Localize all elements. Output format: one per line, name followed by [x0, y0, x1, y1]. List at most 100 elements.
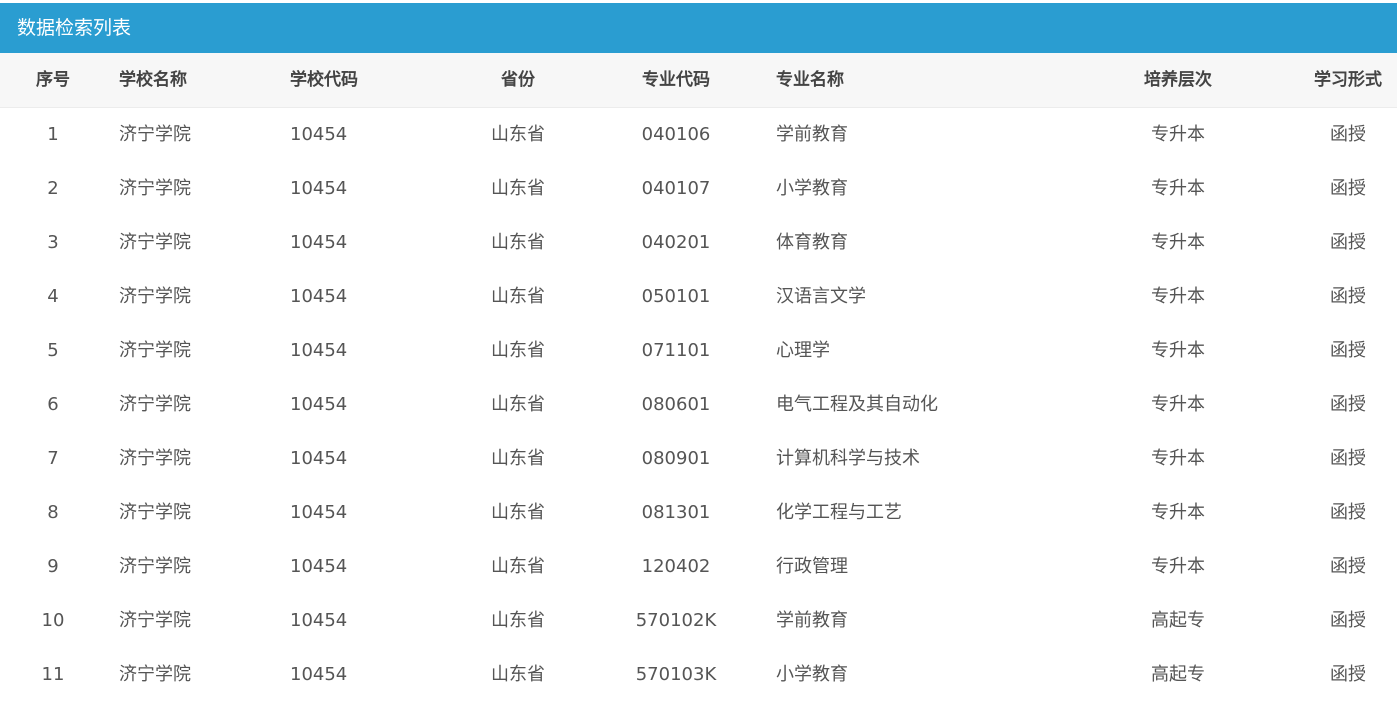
cell-study-form: 函授 [1330, 610, 1366, 631]
cell-level: 专升本 [1151, 178, 1205, 199]
cell-index: 11 [41, 664, 65, 685]
cell-major-code: 050101 [641, 286, 711, 307]
cell-index: 1 [47, 124, 59, 145]
cell-province: 山东省 [491, 286, 545, 307]
cell-major-name: 汉语言文学 [776, 286, 866, 307]
cell-school-code: 10454 [290, 448, 348, 469]
table-row[interactable]: 1 济宁学院 10454 山东省 040106 学前教育 专升本 函授 [0, 108, 1397, 162]
cell-study-form: 函授 [1330, 124, 1366, 145]
cell-school-name: 济宁学院 [119, 286, 191, 307]
cell-school-name: 济宁学院 [119, 178, 191, 199]
cell-index: 3 [47, 232, 59, 253]
cell-major-code: 081301 [641, 502, 711, 523]
cell-level: 专升本 [1151, 556, 1205, 577]
cell-major-code: 570103K [635, 664, 717, 685]
cell-school-name: 济宁学院 [119, 394, 191, 415]
cell-province: 山东省 [491, 394, 545, 415]
cell-level: 高起专 [1151, 664, 1205, 685]
header-major-name[interactable]: 专业名称 [776, 53, 1096, 107]
cell-province: 山东省 [491, 664, 545, 685]
cell-index: 5 [47, 340, 59, 361]
table-row[interactable]: 4 济宁学院 10454 山东省 050101 汉语言文学 专升本 函授 [0, 270, 1397, 324]
cell-school-code: 10454 [290, 124, 348, 145]
cell-major-code: 080601 [641, 394, 711, 415]
header-level[interactable]: 培养层次 [1118, 53, 1238, 107]
cell-level: 专升本 [1151, 286, 1205, 307]
cell-province: 山东省 [491, 340, 545, 361]
header-school-code[interactable]: 学校代码 [290, 53, 440, 107]
table-header-row: 序号 学校名称 学校代码 省份 专业代码 专业名称 培养层次 学习形式 [0, 53, 1397, 108]
cell-province: 山东省 [491, 124, 545, 145]
cell-major-name: 心理学 [776, 340, 830, 361]
cell-major-name: 小学教育 [776, 664, 848, 685]
cell-school-name: 济宁学院 [119, 556, 191, 577]
cell-school-name: 济宁学院 [119, 340, 191, 361]
cell-major-name: 学前教育 [776, 124, 848, 145]
table-row[interactable]: 8 济宁学院 10454 山东省 081301 化学工程与工艺 专升本 函授 [0, 486, 1397, 540]
cell-school-code: 10454 [290, 340, 348, 361]
cell-study-form: 函授 [1330, 286, 1366, 307]
cell-study-form: 函授 [1330, 556, 1366, 577]
cell-school-code: 10454 [290, 232, 348, 253]
table-row[interactable]: 7 济宁学院 10454 山东省 080901 计算机科学与技术 专升本 函授 [0, 432, 1397, 486]
table-body: 1 济宁学院 10454 山东省 040106 学前教育 专升本 函授 2 济宁学院 10454 山东… [0, 108, 1397, 702]
cell-major-code: 071101 [641, 340, 711, 361]
cell-index: 10 [41, 610, 65, 631]
search-results-panel: 数据检索列表 序号 学校名称 学校代码 省份 专业代码 专业名称 培养层次 学习… [0, 0, 1397, 701]
cell-level: 高起专 [1151, 610, 1205, 631]
cell-school-code: 10454 [290, 178, 348, 199]
cell-major-name: 行政管理 [776, 556, 848, 577]
cell-study-form: 函授 [1330, 664, 1366, 685]
cell-index: 4 [47, 286, 59, 307]
cell-index: 9 [47, 556, 59, 577]
cell-school-name: 济宁学院 [119, 448, 191, 469]
cell-province: 山东省 [491, 610, 545, 631]
table-row[interactable]: 3 济宁学院 10454 山东省 040201 体育教育 专升本 函授 [0, 216, 1397, 270]
cell-study-form: 函授 [1330, 448, 1366, 469]
cell-major-name: 电气工程及其自动化 [776, 394, 938, 415]
cell-level: 专升本 [1151, 124, 1205, 145]
cell-index: 8 [47, 502, 59, 523]
cell-school-code: 10454 [290, 610, 348, 631]
header-school-name[interactable]: 学校名称 [119, 53, 259, 107]
results-table: 序号 学校名称 学校代码 省份 专业代码 专业名称 培养层次 学习形式 1 济宁学… [0, 53, 1397, 702]
cell-major-code: 040201 [641, 232, 711, 253]
cell-study-form: 函授 [1330, 394, 1366, 415]
cell-school-name: 济宁学院 [119, 610, 191, 631]
table-row[interactable]: 10 济宁学院 10454 山东省 570102K 学前教育 高起专 函授 [0, 594, 1397, 648]
table-row[interactable]: 6 济宁学院 10454 山东省 080601 电气工程及其自动化 专升本 函授 [0, 378, 1397, 432]
header-study-form[interactable]: 学习形式 [1300, 53, 1396, 107]
cell-province: 山东省 [491, 448, 545, 469]
header-index[interactable]: 序号 [12, 53, 94, 107]
cell-level: 专升本 [1151, 394, 1205, 415]
cell-major-code: 040106 [641, 124, 711, 145]
cell-index: 2 [47, 178, 59, 199]
cell-study-form: 函授 [1330, 502, 1366, 523]
cell-level: 专升本 [1151, 340, 1205, 361]
cell-province: 山东省 [491, 556, 545, 577]
cell-major-name: 计算机科学与技术 [776, 448, 920, 469]
cell-school-code: 10454 [290, 394, 348, 415]
cell-school-name: 济宁学院 [119, 664, 191, 685]
cell-school-code: 10454 [290, 664, 348, 685]
table-row[interactable]: 2 济宁学院 10454 山东省 040107 小学教育 专升本 函授 [0, 162, 1397, 216]
header-province[interactable]: 省份 [458, 53, 578, 107]
cell-study-form: 函授 [1330, 232, 1366, 253]
cell-major-name: 化学工程与工艺 [776, 502, 902, 523]
panel-title: 数据检索列表 [0, 3, 1397, 53]
cell-major-code: 570102K [635, 610, 717, 631]
cell-province: 山东省 [491, 178, 545, 199]
cell-index: 7 [47, 448, 59, 469]
cell-school-code: 10454 [290, 556, 348, 577]
cell-major-name: 小学教育 [776, 178, 848, 199]
table-row[interactable]: 5 济宁学院 10454 山东省 071101 心理学 专升本 函授 [0, 324, 1397, 378]
table-row[interactable]: 11 济宁学院 10454 山东省 570103K 小学教育 高起专 函授 [0, 648, 1397, 702]
cell-province: 山东省 [491, 232, 545, 253]
cell-major-name: 体育教育 [776, 232, 848, 253]
cell-level: 专升本 [1151, 232, 1205, 253]
cell-index: 6 [47, 394, 59, 415]
header-major-code[interactable]: 专业代码 [606, 53, 746, 107]
table-row[interactable]: 9 济宁学院 10454 山东省 120402 行政管理 专升本 函授 [0, 540, 1397, 594]
cell-study-form: 函授 [1330, 178, 1366, 199]
cell-level: 专升本 [1151, 448, 1205, 469]
